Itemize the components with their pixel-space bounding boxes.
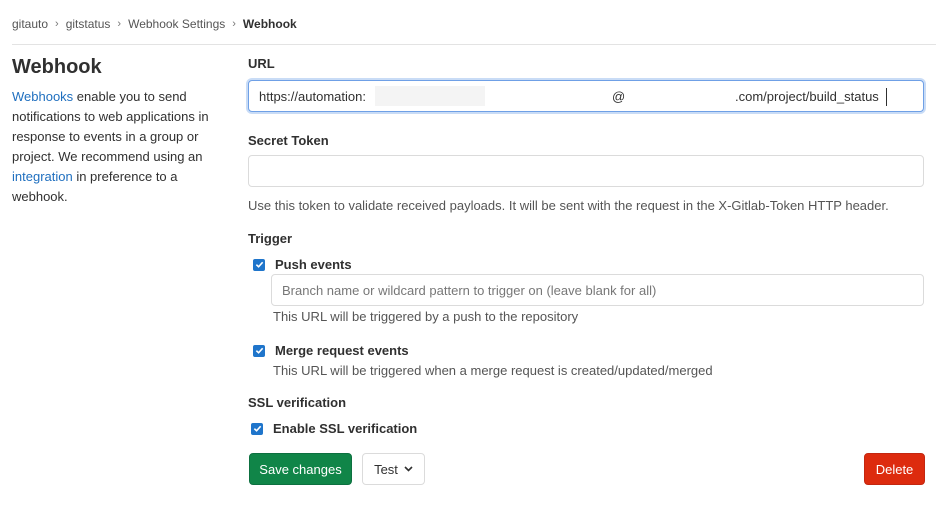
chevron-down-icon [404, 466, 413, 472]
chevron-right-icon: › [55, 18, 59, 30]
checkmark-icon [253, 425, 261, 432]
breadcrumb-item-webhook-settings[interactable]: Webhook Settings [128, 17, 225, 31]
webhooks-link[interactable]: Webhooks [12, 89, 73, 104]
checkmark-icon [255, 347, 263, 354]
settings-description: Webhook Webhooks enable you to send noti… [12, 56, 227, 207]
breadcrumb-item-gitstatus[interactable]: gitstatus [66, 17, 111, 31]
url-label: URL [248, 56, 275, 71]
redacted-block [375, 86, 485, 106]
url-input[interactable]: https://automation: @ .com/project/build… [248, 80, 924, 112]
breadcrumb-item-gitauto[interactable]: gitauto [12, 17, 48, 31]
header-divider [12, 44, 936, 45]
integration-link[interactable]: integration [12, 169, 73, 184]
delete-button[interactable]: Delete [864, 453, 925, 485]
description-text: Webhooks enable you to send notification… [12, 89, 209, 204]
merge-request-events-option[interactable]: Merge request events [253, 343, 409, 358]
merge-request-events-help: This URL will be triggered when a merge … [273, 363, 713, 378]
merge-request-events-checkbox[interactable] [253, 344, 265, 357]
page-title: Webhook [12, 56, 102, 78]
ssl-verification-label: SSL verification [248, 395, 347, 410]
push-events-help: This URL will be triggered by a push to … [273, 309, 579, 324]
text-cursor [886, 88, 887, 106]
breadcrumb: gitauto › gitstatus › Webhook Settings ›… [12, 14, 297, 34]
push-events-option[interactable]: Push events [253, 257, 352, 272]
secret-token-label: Secret Token [248, 133, 329, 148]
secret-token-help: Use this token to validate received payl… [248, 198, 889, 213]
push-events-checkbox[interactable] [253, 258, 265, 271]
test-dropdown-button[interactable]: Test [362, 453, 425, 485]
checkmark-icon [255, 261, 263, 268]
chevron-right-icon: › [232, 18, 236, 30]
save-changes-button[interactable]: Save changes [249, 453, 352, 485]
ssl-verification-option[interactable]: Enable SSL verification [251, 421, 417, 436]
trigger-label: Trigger [248, 231, 293, 246]
breadcrumb-current: Webhook [242, 17, 297, 31]
branch-filter-input[interactable]: Branch name or wildcard pattern to trigg… [271, 274, 924, 306]
ssl-verification-checkbox[interactable] [251, 422, 263, 435]
chevron-right-icon: › [117, 18, 122, 30]
secret-token-input[interactable] [248, 155, 924, 187]
